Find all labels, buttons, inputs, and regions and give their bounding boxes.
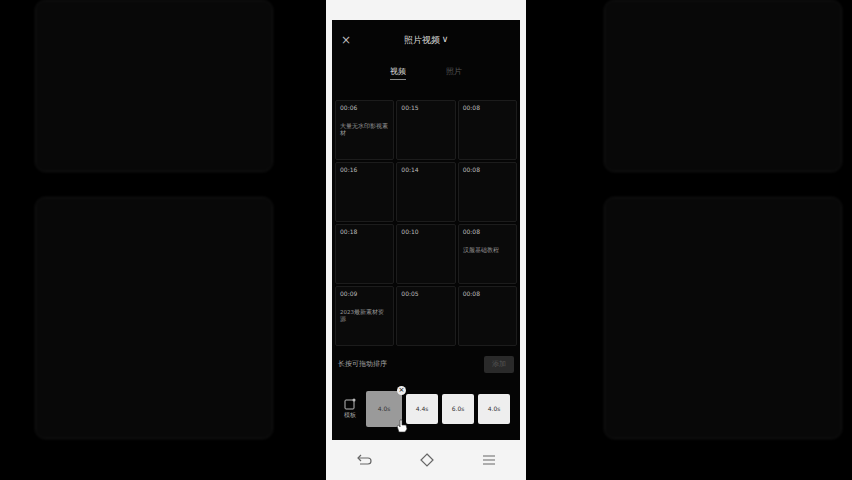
blurred-background-right bbox=[552, 0, 852, 480]
media-duration: 00:08 bbox=[463, 228, 512, 235]
media-duration: 00:08 bbox=[463, 290, 512, 297]
tab-bar: 视频 照片 bbox=[335, 60, 517, 86]
navigation-bar bbox=[332, 440, 520, 480]
media-duration: 00:08 bbox=[463, 104, 512, 111]
selected-clip[interactable]: 4.4s bbox=[406, 394, 438, 424]
media-duration: 00:09 bbox=[340, 290, 389, 297]
clip-duration: 4.0s bbox=[488, 405, 501, 412]
media-duration: 00:10 bbox=[401, 228, 450, 235]
selected-clip[interactable]: 4.0s× bbox=[366, 391, 402, 427]
template-icon bbox=[344, 398, 356, 410]
media-cell[interactable]: 00:06 大量无水印影视素材 bbox=[335, 100, 394, 160]
media-duration: 00:18 bbox=[340, 228, 389, 235]
media-cell[interactable]: 00:05 bbox=[396, 286, 455, 346]
screen: ×照片视频∨视频照片00:06大量无水印影视素材00:1500:0800:160… bbox=[332, 20, 520, 440]
phone-frame: ×照片视频∨视频照片00:06大量无水印影视素材00:1500:0800:160… bbox=[326, 0, 526, 480]
blurred-card bbox=[35, 197, 273, 439]
album-title[interactable]: 照片视频∨ bbox=[371, 34, 481, 47]
page: ×照片视频∨视频照片00:06大量无水印影视素材00:1500:0800:160… bbox=[0, 0, 852, 480]
header: ×照片视频∨ bbox=[335, 20, 517, 60]
selected-clip[interactable]: 4.0s bbox=[478, 394, 510, 424]
tab[interactable]: 视频 bbox=[390, 66, 406, 80]
media-caption: 2023最新素材资源 bbox=[340, 309, 389, 322]
media-cell[interactable]: 00:09 2023最新素材资源 bbox=[335, 286, 394, 346]
media-duration: 00:08 bbox=[463, 166, 512, 173]
back-icon[interactable] bbox=[356, 454, 372, 466]
media-cell[interactable]: 00:08 bbox=[458, 162, 517, 222]
media-duration: 00:05 bbox=[401, 290, 450, 297]
media-cell[interactable]: 00:16 bbox=[335, 162, 394, 222]
media-grid: 00:06大量无水印影视素材00:1500:0800:1600:1400:080… bbox=[335, 100, 517, 346]
hint-text: 长按可拖动排序 bbox=[338, 360, 387, 369]
media-cell[interactable]: 00:15 bbox=[396, 100, 455, 160]
blurred-card bbox=[35, 0, 273, 172]
clip-duration: 6.0s bbox=[452, 405, 465, 412]
media-cell[interactable]: 00:18 bbox=[335, 224, 394, 284]
add-button[interactable]: 添加 bbox=[484, 356, 514, 373]
clip-duration: 4.4s bbox=[416, 405, 429, 412]
clip-duration: 4.0s bbox=[378, 405, 391, 412]
tab[interactable]: 照片 bbox=[446, 66, 462, 80]
close-button[interactable]: × bbox=[341, 33, 371, 47]
media-duration: 00:15 bbox=[401, 104, 450, 111]
template-button[interactable]: 模板 bbox=[338, 398, 362, 419]
media-duration: 00:06 bbox=[340, 104, 389, 111]
blurred-card bbox=[604, 197, 842, 439]
media-caption: 大量无水印影视素材 bbox=[340, 123, 389, 136]
media-cell[interactable]: 00:10 bbox=[396, 224, 455, 284]
media-caption: 汉服基础教程 bbox=[463, 247, 512, 254]
hint-row: 长按可拖动排序 添加 bbox=[335, 352, 517, 377]
media-cell[interactable]: 00:08 bbox=[458, 100, 517, 160]
remove-badge[interactable]: × bbox=[397, 386, 406, 395]
media-duration: 00:16 bbox=[340, 166, 389, 173]
media-cell[interactable]: 00:08 bbox=[458, 286, 517, 346]
dropdown-icon: ∨ bbox=[442, 34, 449, 47]
menu-icon[interactable] bbox=[482, 454, 496, 466]
media-cell[interactable]: 00:08 汉服基础教程 bbox=[458, 224, 517, 284]
media-duration: 00:14 bbox=[401, 166, 450, 173]
blurred-card bbox=[604, 0, 842, 172]
selected-strip: 模板4.0s×4.4s6.0s4.0s bbox=[335, 377, 517, 440]
home-icon[interactable] bbox=[420, 453, 434, 467]
media-cell[interactable]: 00:14 bbox=[396, 162, 455, 222]
selected-clip[interactable]: 6.0s bbox=[442, 394, 474, 424]
blurred-background-left bbox=[0, 0, 300, 480]
